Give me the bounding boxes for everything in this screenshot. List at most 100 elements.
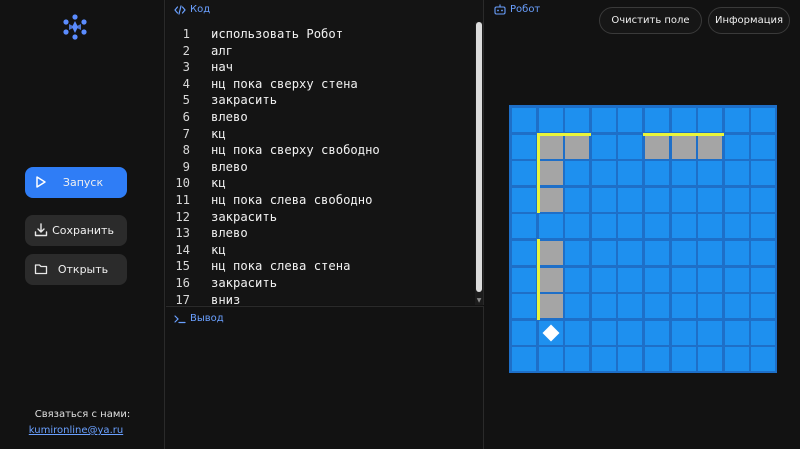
field-cell[interactable]: [698, 320, 723, 345]
field-cell[interactable]: [565, 187, 590, 212]
code-line[interactable]: 2 алг: [166, 43, 476, 60]
field-cell[interactable]: [698, 241, 723, 265]
code-line[interactable]: 3 нач: [166, 59, 476, 76]
code-line[interactable]: 17 вниз: [166, 292, 476, 306]
field-cell[interactable]: [591, 347, 616, 372]
field-cell[interactable]: [591, 241, 616, 265]
field-cell[interactable]: [512, 134, 536, 159]
field-cell[interactable]: [751, 161, 776, 186]
field-cell[interactable]: [724, 161, 749, 186]
field-cell[interactable]: [618, 241, 643, 265]
code-line[interactable]: 6 влево: [166, 109, 476, 126]
code-line[interactable]: 7 кц: [166, 126, 476, 143]
field-cell[interactable]: [671, 241, 696, 265]
field-cell[interactable]: [724, 134, 749, 159]
field-cell[interactable]: [671, 320, 696, 345]
field-cell[interactable]: [698, 294, 723, 319]
field-cell[interactable]: [751, 347, 776, 372]
field-cell[interactable]: [512, 161, 536, 186]
field-cell[interactable]: [671, 161, 696, 186]
field-cell[interactable]: [591, 267, 616, 292]
field-cell[interactable]: [698, 347, 723, 372]
field-cell[interactable]: [751, 214, 776, 239]
field-cell[interactable]: [618, 161, 643, 186]
field-cell[interactable]: [671, 214, 696, 239]
code-text[interactable]: вниз: [211, 292, 240, 306]
field-cell[interactable]: [565, 241, 590, 265]
code-text[interactable]: нц пока слева свободно: [211, 192, 372, 209]
field-cell[interactable]: [645, 267, 669, 292]
field-cell[interactable]: [618, 134, 643, 159]
field-cell[interactable]: [724, 241, 749, 265]
field-cell[interactable]: [698, 267, 723, 292]
painted-cell[interactable]: [538, 241, 563, 265]
contact-email-link[interactable]: kumironline@ya.ru: [0, 425, 152, 436]
code-text[interactable]: кц: [211, 175, 226, 192]
field-cell[interactable]: [591, 161, 616, 186]
code-line[interactable]: 5 закрасить: [166, 92, 476, 109]
field-cell[interactable]: [565, 161, 590, 186]
field-cell[interactable]: [538, 108, 563, 132]
code-line[interactable]: 8 нц пока сверху свободно: [166, 142, 476, 159]
field-cell[interactable]: [618, 214, 643, 239]
field-cell[interactable]: [512, 241, 536, 265]
code-text[interactable]: закрасить: [211, 275, 277, 292]
field-cell[interactable]: [618, 347, 643, 372]
field-cell[interactable]: [512, 347, 536, 372]
field-cell[interactable]: [698, 187, 723, 212]
code-text[interactable]: кц: [211, 242, 226, 259]
code-text[interactable]: нц пока слева стена: [211, 258, 350, 275]
field-cell[interactable]: [565, 347, 590, 372]
code-line[interactable]: 10 кц: [166, 175, 476, 192]
field-cell[interactable]: [645, 320, 669, 345]
code-line[interactable]: 16 закрасить: [166, 275, 476, 292]
painted-cell[interactable]: [698, 134, 723, 159]
code-text[interactable]: нц пока сверху стена: [211, 76, 358, 93]
field-cell[interactable]: [565, 294, 590, 319]
field-cell[interactable]: [645, 347, 669, 372]
field-cell[interactable]: [512, 320, 536, 345]
code-line[interactable]: 14 кц: [166, 242, 476, 259]
code-line[interactable]: 13 влево: [166, 225, 476, 242]
field-cell[interactable]: [591, 214, 616, 239]
code-line[interactable]: 4 нц пока сверху стена: [166, 76, 476, 93]
clear-field-button[interactable]: Очистить поле: [599, 7, 702, 34]
field-cell[interactable]: [751, 267, 776, 292]
field-cell[interactable]: [751, 241, 776, 265]
code-scrollbar-thumb[interactable]: [476, 22, 482, 292]
field-cell[interactable]: [751, 134, 776, 159]
field-cell[interactable]: [538, 347, 563, 372]
field-cell[interactable]: [591, 108, 616, 132]
field-cell[interactable]: [698, 161, 723, 186]
field-cell[interactable]: [512, 214, 536, 239]
field-cell[interactable]: [724, 320, 749, 345]
run-button[interactable]: Запуск: [25, 167, 127, 198]
field-cell[interactable]: [591, 320, 616, 345]
code-text[interactable]: влево: [211, 225, 248, 242]
field-cell[interactable]: [645, 214, 669, 239]
scroll-down-icon[interactable]: ▼: [475, 297, 483, 305]
code-line[interactable]: 11 нц пока слева свободно: [166, 192, 476, 209]
code-text[interactable]: алг: [211, 43, 233, 60]
painted-cell[interactable]: [538, 267, 563, 292]
field-cell[interactable]: [724, 214, 749, 239]
field-cell[interactable]: [565, 214, 590, 239]
field-cell[interactable]: [512, 294, 536, 319]
field-cell[interactable]: [751, 294, 776, 319]
field-cell[interactable]: [645, 161, 669, 186]
field-cell[interactable]: [565, 108, 590, 132]
code-scrollbar[interactable]: ▼: [475, 22, 483, 305]
open-button[interactable]: Открыть: [25, 254, 127, 285]
code-text[interactable]: закрасить: [211, 209, 277, 226]
field-cell[interactable]: [671, 267, 696, 292]
field-cell[interactable]: [645, 108, 669, 132]
field-cell[interactable]: [565, 267, 590, 292]
code-text[interactable]: использовать Робот: [211, 26, 343, 43]
field-cell[interactable]: [618, 187, 643, 212]
code-text[interactable]: кц: [211, 126, 226, 143]
field-cell[interactable]: [751, 108, 776, 132]
field-cell[interactable]: [724, 108, 749, 132]
painted-cell[interactable]: [538, 294, 563, 319]
code-line[interactable]: 9 влево: [166, 159, 476, 176]
field-cell[interactable]: [645, 294, 669, 319]
